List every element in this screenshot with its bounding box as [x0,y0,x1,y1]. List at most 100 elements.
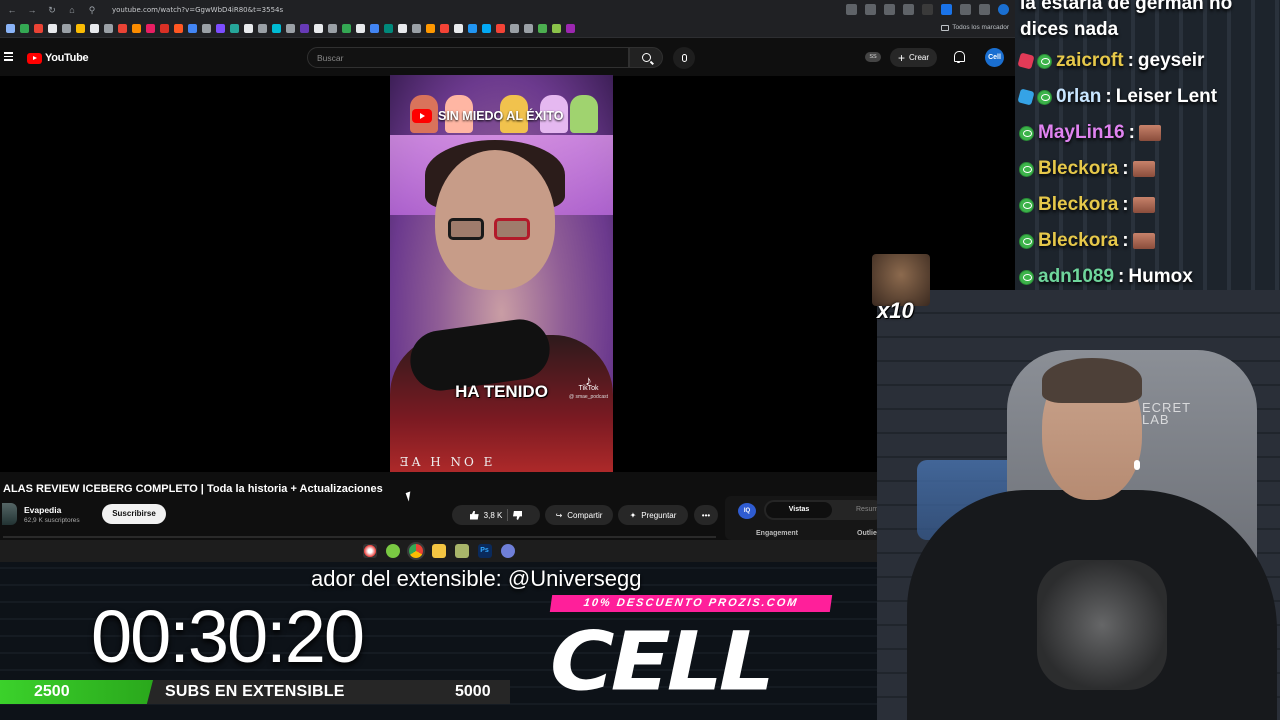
subscribe-button[interactable]: Suscribirse [102,504,166,524]
bookmark-icon[interactable] [314,24,323,33]
bookmark-icon[interactable] [356,24,365,33]
bookmark-icon[interactable] [524,24,533,33]
bookmark-icon[interactable] [538,24,547,33]
forward-icon[interactable]: → [26,5,38,15]
bookmark-icon[interactable] [202,24,211,33]
bell-icon[interactable] [953,51,965,63]
bookmark-icon[interactable] [76,24,85,33]
dislike-icon[interactable] [513,511,522,520]
create-label: Crear [909,53,930,62]
bookmark-icon[interactable] [412,24,421,33]
bookmark-icon[interactable] [426,24,435,33]
media-icon[interactable] [979,4,990,15]
video-frame[interactable]: SIN MIEDO AL ÉXITO HA TENIDO ♪ TikTok @ … [390,75,613,472]
extensions-icon[interactable] [960,4,971,15]
address-bar[interactable]: youtube.com/watch?v=GgwWbD4iR80&t=3554s [112,6,283,14]
chat-text: Humox [1128,266,1193,287]
bookmark-icon[interactable] [398,24,407,33]
app-icon[interactable] [385,544,400,558]
site-info-icon[interactable]: ⚲ [86,5,98,16]
bookmark-icon[interactable] [6,24,15,33]
chrome-icon[interactable] [408,544,423,558]
bookmark-icon[interactable] [146,24,155,33]
bookmark-icon[interactable] [566,24,575,33]
bookmark-icon[interactable] [496,24,505,33]
bookmark-icon[interactable] [20,24,29,33]
tab-vistas[interactable]: Vistas [766,502,832,518]
chat-username[interactable]: Bleckora [1038,230,1118,252]
bookmark-icon[interactable] [300,24,309,33]
app-icon[interactable] [500,544,515,558]
app-icon[interactable] [454,544,469,558]
bookmark-icon[interactable] [370,24,379,33]
bookmark-icon[interactable] [90,24,99,33]
chair-text-2: LAB [1142,412,1170,427]
ss-badge[interactable]: SS [865,52,881,62]
channel-name[interactable]: Evapedia [24,505,61,515]
obs-icon[interactable] [362,544,377,558]
photoshop-icon[interactable]: Ps [477,544,492,558]
bookmark-icon[interactable] [160,24,169,33]
bookmark-icon[interactable] [230,24,239,33]
bookmark-icon[interactable] [468,24,477,33]
bookmark-icon[interactable] [104,24,113,33]
extension-icon[interactable] [941,4,952,15]
analytics-widget: IQ Vistas Resum Engagement Outlie [725,496,884,540]
avatar[interactable]: Cell [985,48,1004,67]
search-input[interactable] [308,48,628,68]
create-button[interactable]: + Crear [890,48,938,67]
chat-username[interactable]: MayLin16 [1038,122,1125,144]
cast-icon[interactable] [865,4,876,15]
more-button[interactable]: ••• [694,505,718,525]
extension-icon[interactable] [922,4,933,15]
youtube-logo[interactable]: YouTube [27,52,89,64]
reload-icon[interactable]: ↻ [46,5,58,16]
search-button[interactable] [629,47,663,68]
bookmark-icon[interactable] [384,24,393,33]
cube-badge-icon [1017,88,1035,106]
bookmark-icon[interactable] [34,24,43,33]
bookmark-icon[interactable] [482,24,491,33]
like-icon[interactable] [469,510,479,520]
bookmark-icon[interactable] [328,24,337,33]
progress-min: 2500 [34,683,70,700]
voice-search-button[interactable] [673,47,695,69]
bookmark-icon[interactable] [244,24,253,33]
chat-username[interactable]: Bleckora [1038,158,1118,180]
star-icon[interactable] [903,4,914,15]
share-button[interactable]: ↪ Compartir [545,505,613,525]
bookmark-icon[interactable] [62,24,71,33]
bookmark-icon[interactable] [188,24,197,33]
tab-resumen[interactable]: Resum [856,502,878,518]
bookmark-icon[interactable] [552,24,561,33]
bookmark-icon[interactable] [440,24,449,33]
zoom-icon[interactable] [846,4,857,15]
ask-button[interactable]: ✦ Preguntar [618,505,688,525]
chat-username[interactable]: zaicroft [1056,50,1124,72]
bookmark-icon[interactable] [510,24,519,33]
bookmark-icon[interactable] [258,24,267,33]
folder-icon[interactable] [431,544,446,558]
iq-button[interactable]: IQ [738,503,756,519]
profile-icon[interactable] [998,4,1009,15]
chat-username[interactable]: adn1089 [1038,266,1114,288]
menu-icon[interactable] [4,52,13,63]
bookmark-icon[interactable] [342,24,351,33]
bookmark-icon[interactable] [286,24,295,33]
bookmark-icon[interactable] [454,24,463,33]
all-bookmarks[interactable]: Todos los marcador [941,24,1009,31]
bookmark-icon[interactable] [216,24,225,33]
bookmark-icon[interactable] [48,24,57,33]
chat-username[interactable]: Bleckora [1038,194,1118,216]
bookmark-icon[interactable] [132,24,141,33]
chat-username[interactable]: 0rlan [1056,86,1101,108]
home-icon[interactable]: ⌂ [66,5,78,15]
share-page-icon[interactable] [884,4,895,15]
bookmark-icon[interactable] [118,24,127,33]
channel-avatar[interactable] [2,503,17,525]
like-count[interactable]: 3,8 K [484,511,503,520]
back-icon[interactable]: ← [6,5,18,15]
bookmark-icon[interactable] [272,24,281,33]
bookmark-icon[interactable] [174,24,183,33]
search-icon [641,53,651,62]
